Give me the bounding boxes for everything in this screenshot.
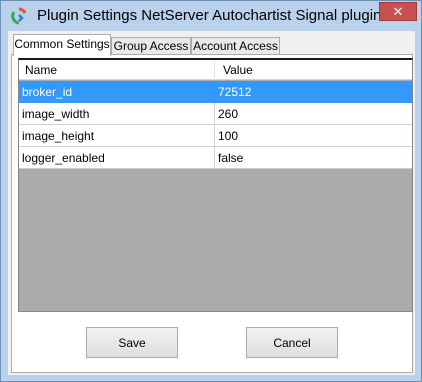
close-icon: ✕ (392, 3, 404, 19)
column-header-name[interactable]: Name (19, 60, 215, 80)
row-value-cell[interactable]: 100 (215, 125, 412, 147)
tab-common-settings[interactable]: Common Settings (13, 34, 111, 56)
save-button[interactable]: Save (86, 327, 178, 358)
settings-grid[interactable]: Name Value broker_id 72512 image_width 2… (18, 58, 413, 312)
row-name-cell[interactable]: logger_enabled (19, 147, 215, 169)
row-value-cell[interactable]: 260 (215, 103, 412, 125)
window-client-area: Common Settings Group Access Account Acc… (8, 31, 415, 375)
window-title: Plugin Settings NetServer Autochartist S… (37, 7, 382, 24)
row-value-cell[interactable]: false (215, 147, 412, 169)
tab-strip: Common Settings Group Access Account Acc… (13, 34, 413, 56)
column-header-value[interactable]: Value (215, 60, 412, 80)
cancel-button[interactable]: Cancel (246, 327, 338, 358)
grid-row-broker-id[interactable]: broker_id 72512 (19, 81, 412, 103)
plugin-settings-window: Plugin Settings NetServer Autochartist S… (0, 0, 422, 382)
grid-row-logger-enabled[interactable]: logger_enabled false (19, 147, 412, 169)
tab-group-access[interactable]: Group Access (111, 37, 191, 55)
grid-header: Name Value (19, 60, 412, 80)
tab-account-access[interactable]: Account Access (191, 37, 280, 55)
row-name-cell[interactable]: image_height (19, 125, 215, 147)
row-value-cell[interactable]: 72512 (215, 81, 412, 103)
row-name-cell[interactable]: broker_id (19, 81, 215, 103)
title-bar[interactable]: Plugin Settings NetServer Autochartist S… (1, 1, 421, 31)
row-name-cell[interactable]: image_width (19, 103, 215, 125)
grid-row-image-width[interactable]: image_width 260 (19, 103, 412, 125)
grid-row-image-height[interactable]: image_height 100 (19, 125, 412, 147)
plugin-logo-icon (11, 7, 27, 25)
close-button[interactable]: ✕ (379, 2, 417, 21)
common-settings-panel: Name Value broker_id 72512 image_width 2… (11, 54, 413, 373)
